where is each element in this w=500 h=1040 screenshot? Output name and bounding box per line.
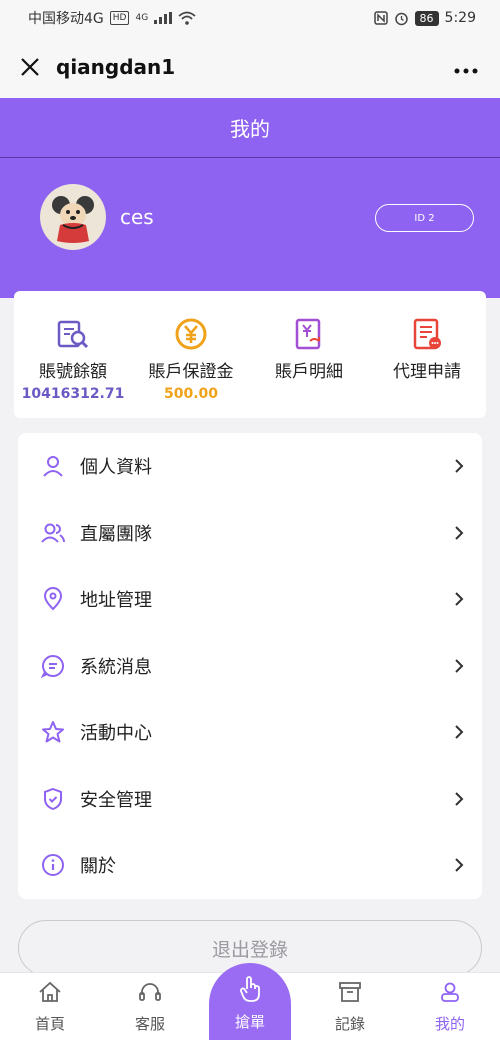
stat-account-balance[interactable]: 賬號餘額 10416312.71 (14, 291, 132, 418)
stat-label: 賬戶保證金 (148, 362, 234, 382)
tab-grab-order[interactable]: 搶單 (209, 963, 291, 1040)
menu-label: 系統消息 (80, 656, 152, 678)
menu-label: 地址管理 (80, 590, 152, 612)
mouse-avatar-icon (52, 196, 94, 243)
tab-label: 搶單 (234, 1013, 265, 1031)
message-icon (41, 654, 64, 678)
menu-item-messages[interactable]: 系統消息 (18, 633, 482, 700)
battery-indicator: 86 (414, 10, 439, 26)
stat-label: 賬號餘額 (39, 362, 107, 382)
yuan-coin-icon (175, 318, 207, 350)
stat-account-details[interactable]: 賬戶明細 (250, 291, 368, 418)
chevron-right-icon (455, 526, 464, 540)
chevron-right-icon (455, 659, 464, 673)
user-id-badge: ID 2 (375, 204, 474, 232)
signal-icon (154, 12, 173, 24)
username: ces (120, 205, 154, 229)
home-icon (39, 981, 61, 1002)
tab-label: 記錄 (334, 1015, 365, 1033)
tab-home[interactable]: 首頁 (0, 973, 100, 1040)
more-menu-button[interactable] (448, 55, 484, 80)
close-button[interactable] (16, 53, 44, 81)
menu-label: 關於 (80, 856, 116, 878)
tab-mine[interactable]: 我的 (400, 973, 500, 1040)
headset-icon (139, 983, 161, 1001)
yuan-refresh-icon (295, 318, 321, 350)
stat-deposit[interactable]: 賬戶保證金 500.00 (132, 291, 250, 418)
menu-item-activity[interactable]: 活動中心 (18, 699, 482, 766)
clock-text: 5:29 (444, 10, 476, 26)
menu-label: 活動中心 (80, 723, 152, 745)
chevron-right-icon (455, 792, 464, 806)
app-title: qiangdan1 (56, 55, 176, 79)
menu-list: 個人資料 直屬團隊 地址管理 系統消息 活動中心 安全管理 關於 (18, 433, 482, 899)
menu-item-security[interactable]: 安全管理 (18, 766, 482, 833)
tab-service[interactable]: 客服 (100, 973, 200, 1040)
tab-label: 客服 (134, 1015, 165, 1033)
tab-label: 首頁 (34, 1015, 65, 1033)
star-icon (42, 721, 64, 743)
menu-label: 直屬團隊 (80, 523, 152, 545)
more-dots-icon (454, 68, 478, 73)
stat-label: 賬戶明細 (275, 362, 343, 382)
shield-icon (44, 787, 62, 810)
location-icon (43, 587, 63, 611)
menu-item-address[interactable]: 地址管理 (18, 566, 482, 633)
stat-value: 500.00 (163, 386, 219, 402)
menu-item-profile[interactable]: 個人資料 (18, 433, 482, 500)
wifi-icon (178, 11, 196, 25)
menu-label: 安全管理 (80, 789, 152, 811)
wallet-search-icon (57, 320, 89, 349)
user-icon (43, 456, 63, 477)
menu-item-about[interactable]: 關於 (18, 832, 482, 899)
hd-badge: HD (109, 11, 130, 25)
team-icon (41, 523, 65, 543)
tab-label: 我的 (434, 1015, 465, 1033)
tab-records[interactable]: 記錄 (300, 973, 400, 1040)
chevron-right-icon (455, 858, 464, 872)
menu-label: 個人資料 (80, 457, 152, 479)
status-bar: 中国移动4G HD 4G 86 5:29 (0, 0, 500, 36)
profile-icon (441, 982, 459, 1002)
stat-agent-apply[interactable]: 代理申請 (368, 291, 486, 418)
close-icon (21, 58, 39, 76)
stat-label: 代理申請 (393, 362, 461, 382)
nfc-icon (373, 11, 388, 25)
chevron-right-icon (455, 459, 464, 473)
page-title: 我的 (0, 98, 500, 158)
title-bar: qiangdan1 (0, 36, 500, 98)
menu-item-team[interactable]: 直屬團隊 (18, 500, 482, 567)
profile-header: 我的 ces ID 2 (0, 98, 500, 298)
carrier-text: 中国移动4G (28, 11, 104, 27)
info-icon (42, 854, 64, 877)
chevron-right-icon (455, 592, 464, 606)
alarm-icon (394, 12, 408, 25)
account-stats-card: 賬號餘額 10416312.71 賬戶保證金 500.00 賬戶明細 代理申請 (14, 291, 486, 418)
stat-value: 10416312.71 (21, 386, 125, 402)
chevron-right-icon (455, 725, 464, 739)
profile-info: ces (40, 184, 154, 250)
document-icon (413, 318, 441, 350)
net-type: 4G (135, 13, 149, 23)
avatar[interactable] (40, 184, 106, 250)
archive-icon (339, 982, 361, 1002)
hand-tap-icon (240, 976, 260, 1002)
